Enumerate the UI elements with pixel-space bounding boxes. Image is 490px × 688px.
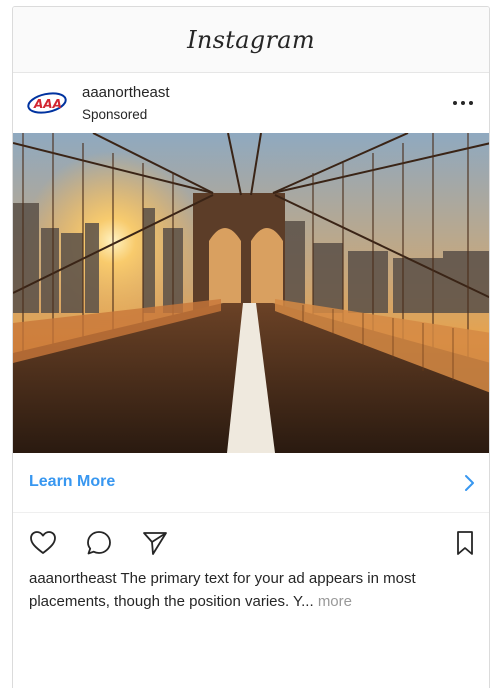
svg-text:AAA: AAA [33,97,62,111]
post-username[interactable]: aaanortheast [82,83,170,103]
author-block: aaanortheast Sponsored [82,83,170,125]
post-image[interactable] [13,133,489,453]
comment-icon[interactable] [85,529,113,557]
instagram-logo[interactable]: Instagram [187,26,315,54]
chevron-right-icon[interactable] [463,473,477,493]
caption-username[interactable]: aaanortheast [29,570,117,587]
post-caption: aaanortheast The primary text for your a… [29,567,481,613]
learn-more-bar[interactable]: Learn More [13,453,489,513]
send-icon[interactable] [141,529,169,557]
action-bar [13,519,489,565]
aaa-logo-icon[interactable]: AAA [27,91,67,115]
learn-more-link[interactable]: Learn More [29,473,115,491]
more-options-icon[interactable] [451,91,475,115]
bookmark-icon[interactable] [451,529,479,557]
sponsored-label: Sponsored [82,107,148,122]
instagram-ad-frame: Instagram AAA aaanortheast Sponsored Lea… [12,6,490,688]
post-header: AAA aaanortheast Sponsored [13,73,489,133]
top-bar: Instagram [13,7,489,73]
caption-more-link[interactable]: more [318,593,352,610]
heart-icon[interactable] [29,529,57,557]
